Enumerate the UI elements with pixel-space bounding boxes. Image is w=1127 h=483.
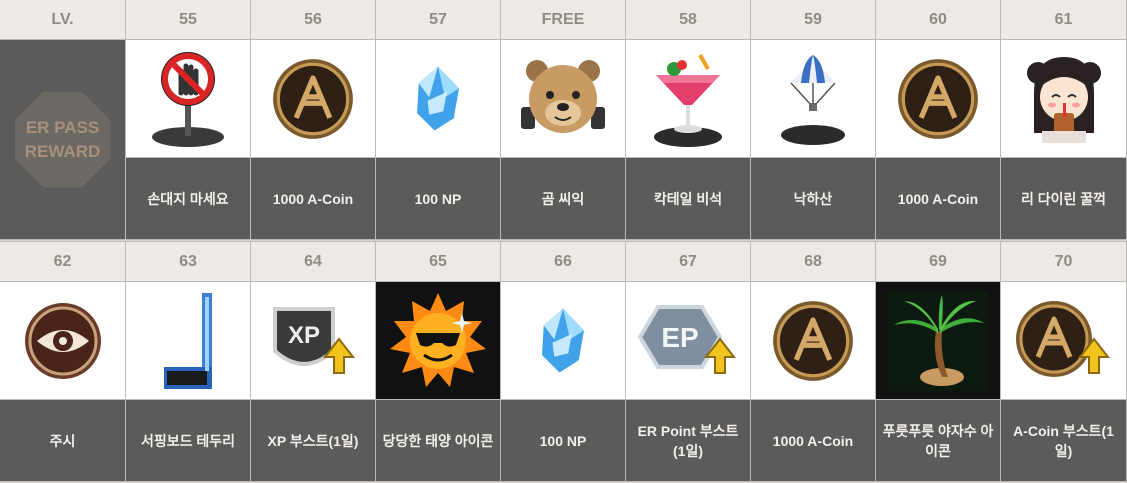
xp-boost-icon: XP <box>273 306 354 374</box>
level-57: 57 <box>376 0 501 40</box>
reward-name: 손대지 마세요 <box>126 158 251 240</box>
cocktail-tombstone-icon <box>654 53 722 147</box>
no-touching-sign-icon <box>152 51 224 147</box>
level-63: 63 <box>126 242 251 282</box>
level-58: 58 <box>626 0 751 40</box>
level-67: 67 <box>626 242 751 282</box>
reward-name: 1000 A-Coin <box>876 158 1001 240</box>
er-pass-reward-panel: ER PASS REWARD <box>0 40 126 240</box>
a-coin-icon <box>271 57 355 141</box>
confident-sun-icon <box>390 292 486 387</box>
np-crystal-icon <box>417 66 459 130</box>
er-point-boost-icon: EP <box>638 304 735 374</box>
reward-item-a-coin-68[interactable] <box>751 282 876 400</box>
level-66: 66 <box>501 242 626 282</box>
reward-item-xp-boost[interactable]: XP <box>251 282 376 400</box>
reward-item-li-dailin[interactable] <box>1001 40 1127 158</box>
reward-name: 100 NP <box>376 158 501 240</box>
reward-name: ER Point 부스트(1일) <box>626 400 751 482</box>
reward-item-np-66[interactable] <box>501 282 626 400</box>
a-coin-icon <box>771 299 855 383</box>
reward-item-a-coin-60[interactable] <box>876 40 1001 158</box>
reward-item-a-coin-boost[interactable] <box>1001 282 1127 400</box>
grinning-bear-icon <box>521 59 605 133</box>
reward-item-palm-tree[interactable] <box>876 282 1001 400</box>
palm-tree-icon <box>888 290 988 391</box>
er-pass-reward-badge: ER PASS REWARD <box>14 91 111 188</box>
er-pass-label: ER PASS <box>25 117 100 137</box>
a-coin-boost-icon <box>1014 299 1109 383</box>
reward-name: A-Coin 부스트(1일) <box>1001 400 1127 482</box>
level-55: 55 <box>126 0 251 40</box>
parachute-icon <box>781 54 845 145</box>
reward-label: REWARD <box>24 141 101 161</box>
level-61: 61 <box>1001 0 1127 40</box>
reward-name: 곰 씨익 <box>501 158 626 240</box>
reward-item-bear-grin[interactable] <box>501 40 626 158</box>
reward-name: 서핑보드 테두리 <box>126 400 251 482</box>
level-header-label: LV. <box>0 0 126 40</box>
reward-name: 1000 A-Coin <box>751 400 876 482</box>
a-coin-icon <box>896 57 980 141</box>
reward-name: 주시 <box>0 400 126 482</box>
level-65: 65 <box>376 242 501 282</box>
reward-item-surfboard-frame[interactable] <box>126 282 251 400</box>
reward-item-er-point-boost[interactable]: EP <box>626 282 751 400</box>
level-68: 68 <box>751 242 876 282</box>
reward-item-cocktail-tombstone[interactable] <box>626 40 751 158</box>
level-free: FREE <box>501 0 626 40</box>
reward-name: XP 부스트(1일) <box>251 400 376 482</box>
level-62: 62 <box>0 242 126 282</box>
reward-name: 낙하산 <box>751 158 876 240</box>
reward-name: 칵테일 비석 <box>626 158 751 240</box>
reward-item-watching[interactable] <box>0 282 126 400</box>
surfboard-frame-icon <box>164 292 212 389</box>
level-56: 56 <box>251 0 376 40</box>
svg-text:EP: EP <box>661 322 698 353</box>
reward-item-no-touching[interactable] <box>126 40 251 158</box>
level-69: 69 <box>876 242 1001 282</box>
level-60: 60 <box>876 0 1001 40</box>
reward-name: 1000 A-Coin <box>251 158 376 240</box>
reward-item-parachute[interactable] <box>751 40 876 158</box>
reward-item-a-coin-56[interactable] <box>251 40 376 158</box>
reward-item-np-57[interactable] <box>376 40 501 158</box>
reward-item-confident-sun[interactable] <box>376 282 501 400</box>
level-64: 64 <box>251 242 376 282</box>
svg-text:XP: XP <box>288 322 320 349</box>
reward-name: 리 다이린 꿀꺽 <box>1001 158 1127 240</box>
np-crystal-icon <box>542 308 584 372</box>
level-70: 70 <box>1001 242 1127 282</box>
reward-name: 100 NP <box>501 400 626 482</box>
reward-name: 당당한 태양 아이콘 <box>376 400 501 482</box>
level-59: 59 <box>751 0 876 40</box>
reward-name: 푸릇푸릇 야자수 아이콘 <box>876 400 1001 482</box>
li-dailin-gulp-icon <box>1026 56 1101 143</box>
watching-eye-icon <box>24 302 101 379</box>
